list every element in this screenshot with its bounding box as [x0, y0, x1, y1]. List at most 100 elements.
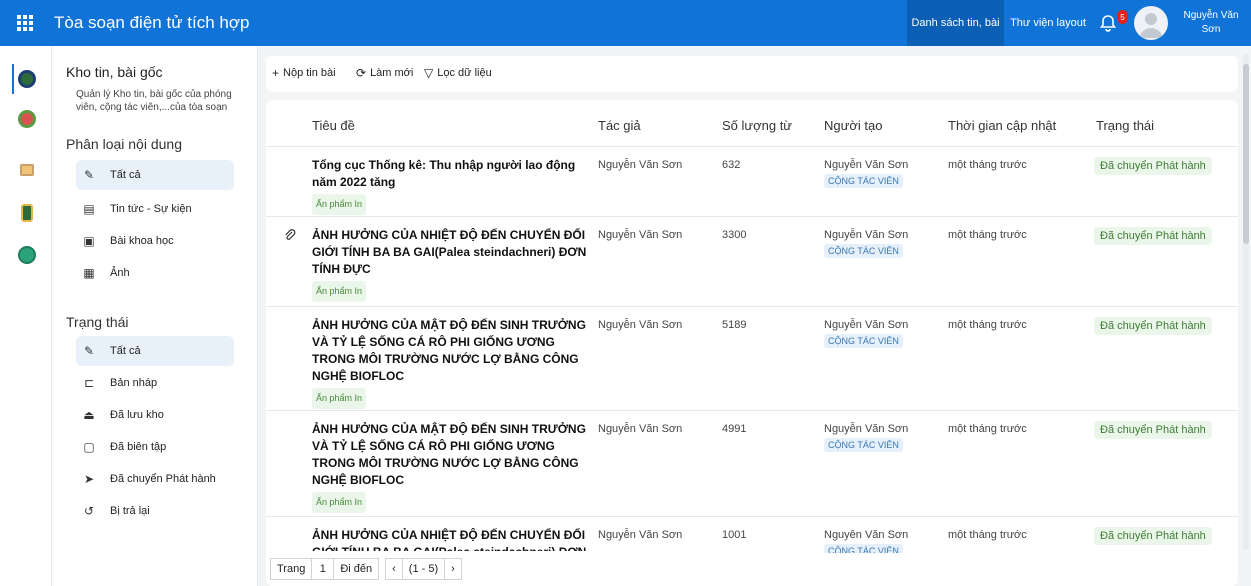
role-badge: CỘNG TÁC VIÊN	[824, 334, 903, 348]
table-row[interactable]: ẢNH HƯỞNG CỦA MẬT ĐỘ ĐẾN SINH TRƯỞNG VÀ …	[266, 307, 1238, 411]
filter-status-returned-label: Bị trả lại	[110, 505, 150, 517]
filter-status-edited-label: Đã biên tập	[110, 441, 167, 453]
filter-label: Lọc dữ liệu	[437, 67, 492, 79]
publication-tag: Ấn phẩm In	[312, 194, 367, 215]
monitor-app-icon[interactable]	[20, 164, 34, 176]
row-title[interactable]: ẢNH HƯỞNG CỦA MẬT ĐỘ ĐẾN SINH TRƯỞNG VÀ …	[312, 421, 588, 513]
user-name[interactable]: Nguyễn Văn Sơn	[1176, 9, 1246, 37]
filter-status-edited[interactable]: ▢ Đã biên tập	[76, 432, 234, 462]
bell-icon[interactable]	[1098, 13, 1118, 33]
filter-type-news[interactable]: ▤ Tin tức - Sự kiện	[76, 194, 234, 224]
page-range: (1 - 5)	[401, 558, 445, 580]
row-title-text: ẢNH HƯỞNG CỦA NHIỆT ĐỘ ĐẾN CHUYỂN ĐỔI GI…	[312, 228, 587, 276]
panel-description: Quản lý Kho tin, bài gốc của phóng viên,…	[76, 89, 232, 113]
publication-tag: Ấn phẩm In	[312, 388, 367, 409]
row-title[interactable]: Tổng cục Thống kê: Thu nhập người lao độ…	[312, 157, 588, 215]
goto-button[interactable]: Đi đến	[333, 558, 380, 580]
col-author[interactable]: Tác giả	[598, 118, 641, 133]
next-page-button[interactable]: ›	[444, 558, 462, 580]
funnel-icon: ▽	[424, 66, 434, 80]
filter-status-draft-label: Bản nháp	[110, 377, 158, 389]
row-creator: Nguyễn Văn Sơn CỘNG TÁC VIÊN	[824, 159, 908, 188]
pen-icon: ✎	[83, 168, 95, 182]
filter-status-archived[interactable]: ⏏ Đã lưu kho	[76, 400, 234, 430]
row-updated: một tháng trước	[948, 319, 1027, 331]
nav-article-list[interactable]: Danh sách tin, bài	[907, 0, 1004, 46]
edit-doc-icon: ▢	[83, 440, 95, 454]
filter-status-returned[interactable]: ↺ Bị trả lại	[76, 496, 234, 526]
avatar[interactable]	[1134, 6, 1168, 40]
image-file-icon: ▦	[83, 266, 95, 280]
app-grid-icon[interactable]	[14, 12, 36, 34]
app-title: Tòa soạn điện tử tích hợp	[54, 13, 250, 32]
row-creator-name: Nguyễn Văn Sơn	[824, 423, 909, 435]
undo-icon: ↺	[83, 504, 95, 518]
plus-icon: +	[272, 66, 280, 80]
filter-status-draft[interactable]: ⊏ Bản nháp	[76, 368, 234, 398]
news-icon: ▤	[83, 202, 95, 216]
row-creator-name: Nguyễn Văn Sơn	[824, 529, 909, 541]
role-badge: CỘNG TÁC VIÊN	[824, 244, 903, 258]
pagination: Trang 1 Đi đến ‹ (1 - 5) ›	[270, 556, 502, 582]
submit-article-button[interactable]: + Nộp tin bài	[272, 66, 336, 80]
row-creator: Nguyễn Văn Sơn CỘNG TÁC VIÊN	[824, 423, 908, 452]
filter-type-photo-label: Ảnh	[110, 267, 130, 279]
table-row[interactable]: Tổng cục Thống kê: Thu nhập người lao độ…	[266, 147, 1238, 217]
row-updated: một tháng trước	[948, 159, 1027, 171]
row-creator: Nguyễn Văn Sơn CỘNG TÁC VIÊN	[824, 229, 908, 258]
status-badge: Đã chuyển Phát hành	[1094, 157, 1212, 175]
main-content: + Nộp tin bài ⟳ Làm mới ▽ Lọc dữ liệu Ti…	[258, 46, 1251, 586]
nav-layout-library[interactable]: Thư viện layout	[1004, 0, 1092, 46]
status-badge: Đã chuyển Phát hành	[1094, 421, 1212, 439]
chevron-left-icon: ‹	[392, 563, 396, 575]
document-icon: ▣	[83, 234, 95, 248]
scrollbar-thumb[interactable]	[1243, 64, 1249, 244]
filter-type-news-label: Tin tức - Sự kiện	[110, 203, 192, 215]
table-row[interactable]: ẢNH HƯỞNG CỦA MẬT ĐỘ ĐẾN SINH TRƯỞNG VÀ …	[266, 411, 1238, 517]
row-creator: Nguyễn Văn Sơn CỘNG TÁC VIÊN	[824, 529, 908, 553]
row-title[interactable]: ẢNH HƯỞNG CỦA NHIỆT ĐỘ ĐẾN CHUYỂN ĐỔI GI…	[312, 527, 588, 551]
newsroom-app-icon[interactable]	[18, 70, 36, 88]
row-title[interactable]: ẢNH HƯỞNG CỦA MẬT ĐỘ ĐẾN SINH TRƯỞNG VÀ …	[312, 317, 588, 409]
draft-icon: ⊏	[83, 376, 95, 390]
panel-title: Kho tin, bài gốc	[66, 64, 163, 80]
article-table: Tiêu đề Tác giả Số lượng từ Người tạo Th…	[266, 100, 1238, 586]
page-input[interactable]: 1	[311, 558, 334, 580]
toolbar: + Nộp tin bài ⟳ Làm mới ▽ Lọc dữ liệu	[266, 56, 1238, 92]
row-word-count: 4991	[722, 423, 747, 435]
table-row[interactable]: ẢNH HƯỞNG CỦA NHIỆT ĐỘ ĐẾN CHUYỂN ĐỔI GI…	[266, 217, 1238, 307]
row-author: Nguyễn Văn Sơn	[598, 423, 683, 435]
refresh-button[interactable]: ⟳ Làm mới	[356, 66, 413, 80]
archive-icon: ⏏	[83, 408, 95, 422]
publication-tag: Ấn phẩm In	[312, 492, 367, 513]
col-creator[interactable]: Người tạo	[824, 118, 882, 133]
filter-button[interactable]: ▽ Lọc dữ liệu	[424, 66, 492, 80]
filter-type-science[interactable]: ▣ Bài khoa học	[76, 226, 234, 256]
row-creator: Nguyễn Văn Sơn CỘNG TÁC VIÊN	[824, 319, 908, 348]
refresh-label: Làm mới	[370, 67, 414, 79]
prev-page-button[interactable]: ‹	[385, 558, 402, 580]
filter-type-photo[interactable]: ▦ Ảnh	[76, 258, 234, 288]
col-updated[interactable]: Thời gian cập nhật	[948, 118, 1056, 133]
vertical-scrollbar[interactable]	[1243, 54, 1249, 550]
publishing-app-icon[interactable]	[18, 110, 36, 128]
publication-tag: Ấn phẩm In	[312, 281, 367, 302]
filter-status-all[interactable]: ✎ Tất cả	[76, 336, 234, 366]
filter-type-science-label: Bài khoa học	[110, 235, 174, 247]
media-app-icon[interactable]	[18, 246, 36, 264]
col-title[interactable]: Tiêu đề	[312, 118, 355, 133]
row-title-text: Tổng cục Thống kê: Thu nhập người lao độ…	[312, 158, 576, 189]
col-word-count[interactable]: Số lượng từ	[722, 118, 792, 133]
role-badge: CỘNG TÁC VIÊN	[824, 438, 903, 452]
row-word-count: 5189	[722, 319, 747, 331]
archive-app-icon[interactable]	[21, 204, 33, 222]
row-title-text: ẢNH HƯỞNG CỦA MẬT ĐỘ ĐẾN SINH TRƯỞNG VÀ …	[312, 318, 586, 383]
row-updated: một tháng trước	[948, 423, 1027, 435]
paperclip-icon[interactable]	[284, 229, 296, 243]
pen-icon: ✎	[83, 344, 95, 358]
col-status[interactable]: Trạng thái	[1096, 118, 1154, 133]
row-title[interactable]: ẢNH HƯỞNG CỦA NHIỆT ĐỘ ĐẾN CHUYỂN ĐỔI GI…	[312, 227, 588, 302]
filter-status-archived-label: Đã lưu kho	[110, 409, 164, 421]
filter-status-published[interactable]: ➤ Đã chuyển Phát hành	[76, 464, 234, 494]
filter-type-all[interactable]: ✎ Tất cả	[76, 160, 234, 190]
